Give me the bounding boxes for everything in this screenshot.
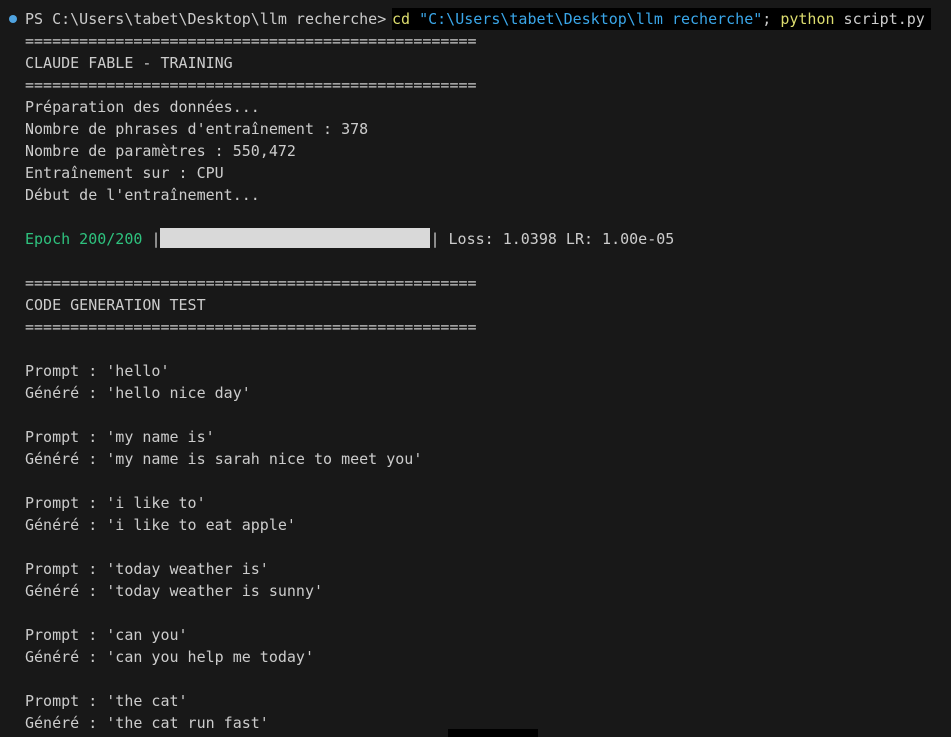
- progress-bar-fill: [160, 228, 431, 248]
- command-python: python: [780, 10, 835, 28]
- shell-prompt: PS C:\Users\tabet\Desktop\llm recherche>: [25, 10, 396, 28]
- progress-bar-open: |: [151, 230, 161, 248]
- sample-prompt: Prompt : 'hello': [25, 362, 170, 380]
- command-path: "C:\Users\tabet\Desktop\llm recherche": [419, 10, 763, 28]
- command-status-dot-icon[interactable]: [9, 15, 17, 23]
- output-line-sentences: Nombre de phrases d'entraînement : 378: [25, 120, 369, 138]
- command-separator: ;: [762, 10, 781, 28]
- sample-prompt: Prompt : 'the cat': [25, 692, 188, 710]
- separator-line: ========================================…: [25, 274, 477, 292]
- command-text: cd "C:\Users\tabet\Desktop\llm recherche…: [392, 8, 931, 30]
- output-line-start: Début de l'entraînement...: [25, 186, 260, 204]
- output-line-prep: Préparation des données...: [25, 98, 260, 116]
- terminal-panel[interactable]: PS C:\Users\tabet\Desktop\llm recherche>…: [0, 0, 951, 737]
- sample-generated: Généré : 'hello nice day': [25, 384, 251, 402]
- sample-generated: Généré : 'i like to eat apple': [25, 516, 296, 534]
- sample-generated: Généré : 'today weather is sunny': [25, 582, 324, 600]
- sample-generated: Généré : 'the cat run fast': [25, 714, 269, 732]
- output-line-params: Nombre de paramètres : 550,472: [25, 142, 296, 160]
- command-script: script.py: [834, 10, 925, 28]
- sample-generated: Généré : 'my name is sarah nice to meet …: [25, 450, 423, 468]
- epoch-label: Epoch 200/200: [25, 230, 152, 248]
- progress-stats: Loss: 1.0398 LR: 1.00e-05: [439, 230, 675, 248]
- sample-generated: Généré : 'can you help me today': [25, 648, 314, 666]
- output-line-device: Entraînement sur : CPU: [25, 164, 224, 182]
- sample-prompt: Prompt : 'i like to': [25, 494, 206, 512]
- separator-line: ========================================…: [25, 32, 477, 50]
- command-prompt-line: PS C:\Users\tabet\Desktop\llm recherche>…: [0, 8, 951, 30]
- separator-line: ========================================…: [25, 318, 477, 336]
- sample-prompt: Prompt : 'today weather is': [25, 560, 269, 578]
- sample-prompt: Prompt : 'my name is': [25, 428, 215, 446]
- progress-bar-close: |: [430, 230, 440, 248]
- training-header-title: CLAUDE FABLE - TRAINING: [25, 54, 233, 72]
- sample-prompt: Prompt : 'can you': [25, 626, 188, 644]
- progress-line: Epoch 200/200 | | Loss: 1.0398 LR: 1.00e-…: [25, 228, 674, 250]
- separator-line: ========================================…: [25, 76, 477, 94]
- test-header-title: CODE GENERATION TEST: [25, 296, 206, 314]
- scroll-region: [448, 729, 538, 737]
- command-cd: cd: [392, 10, 420, 28]
